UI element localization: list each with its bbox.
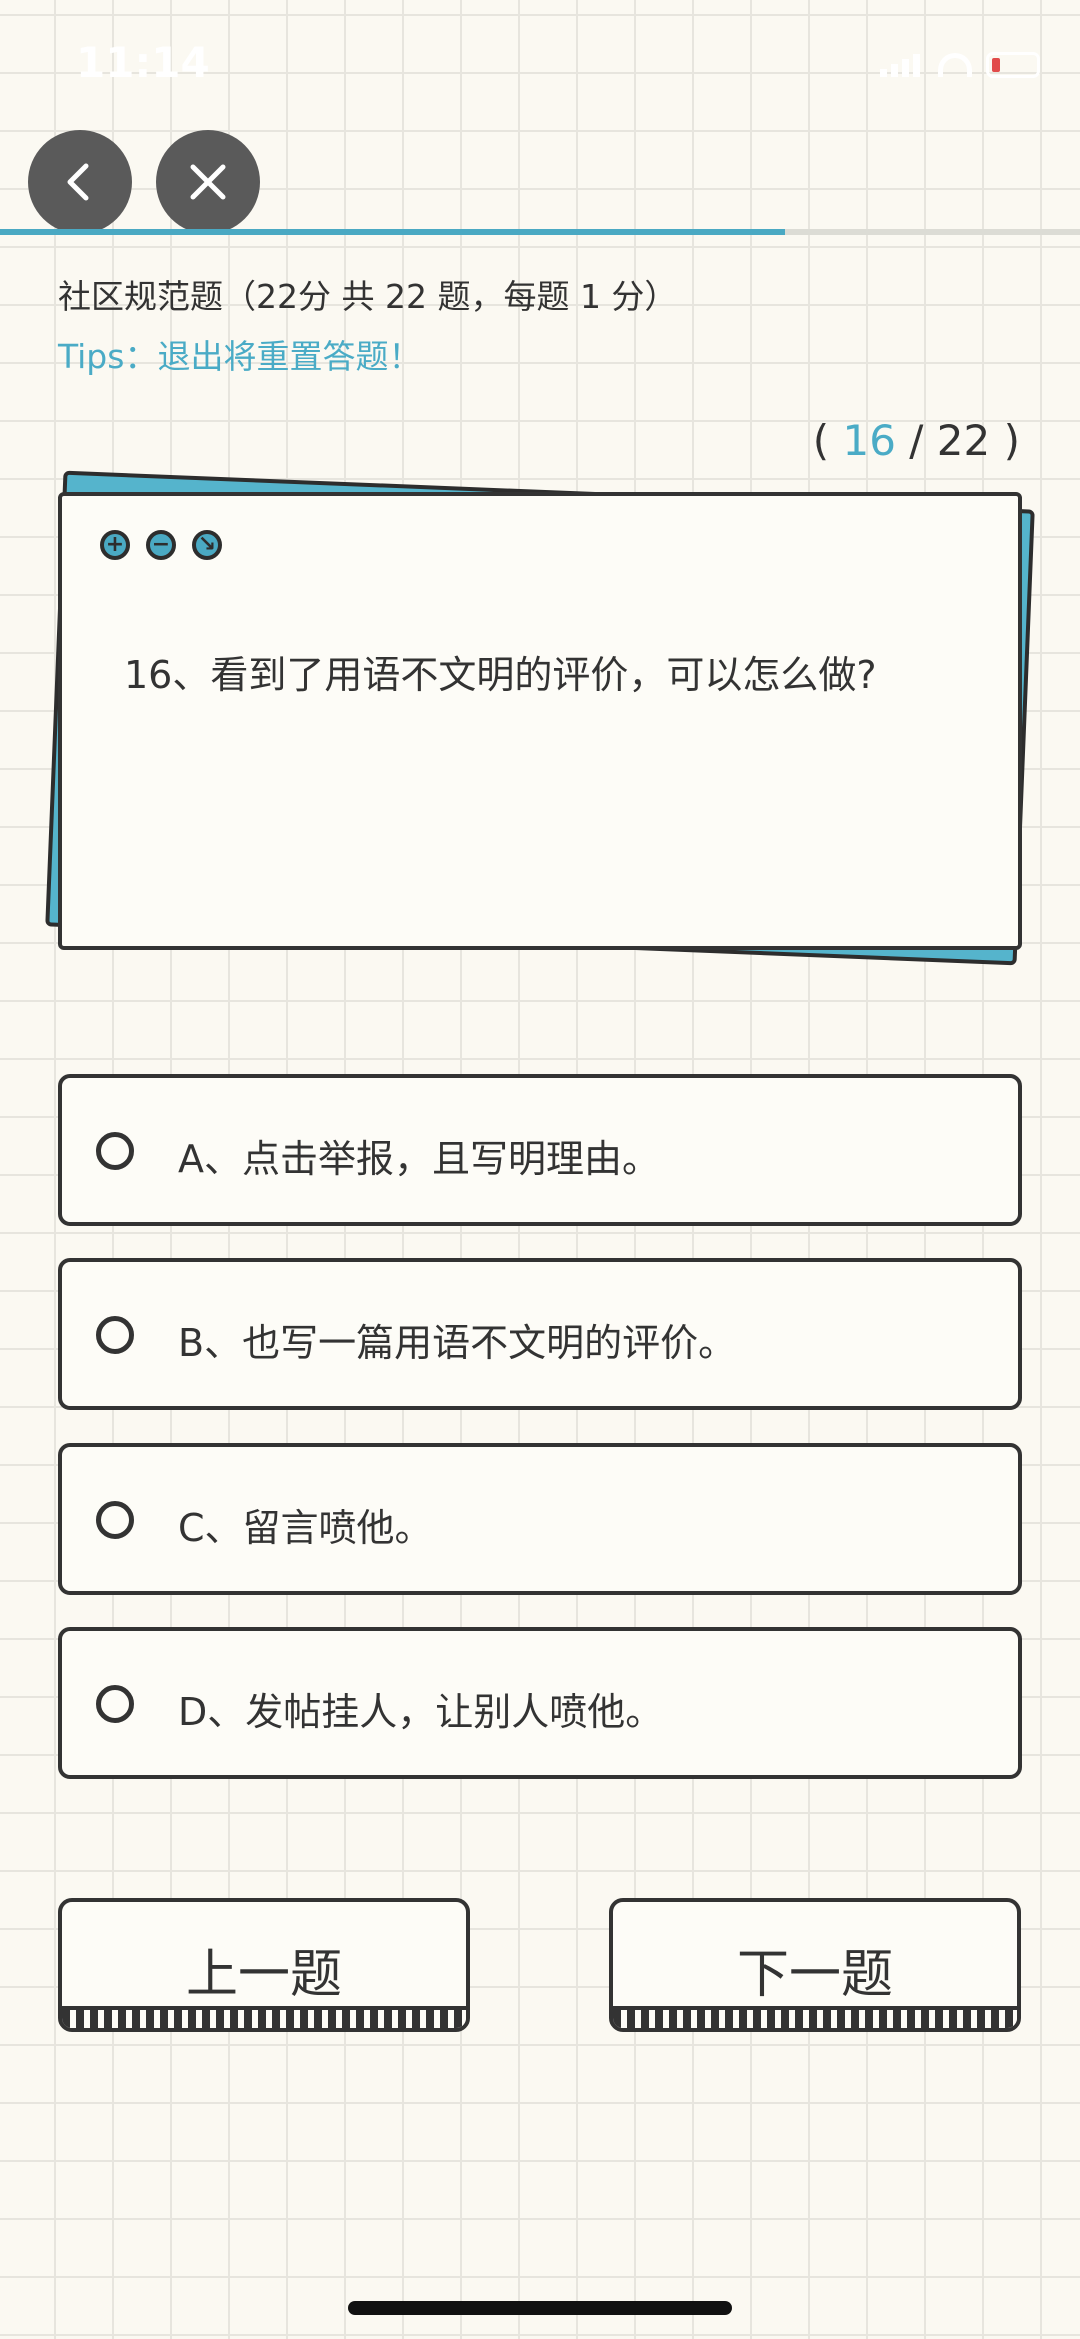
radio-icon[interactable] — [96, 1132, 134, 1170]
question-counter: ( 16 / 22 ) — [813, 416, 1020, 465]
next-question-label: 下一题 — [736, 1945, 893, 2005]
status-icons — [880, 52, 1040, 78]
card-window-buttons: + − ↘ — [100, 530, 222, 560]
option-b[interactable]: B、也写一篇用语不文明的评价。 — [58, 1258, 1022, 1410]
status-time: 11:14 — [76, 38, 210, 87]
counter-separator: / — [895, 416, 937, 465]
battery-icon — [986, 52, 1040, 78]
option-label: D、发帖挂人，让别人喷他。 — [178, 1690, 664, 1734]
option-a[interactable]: A、点击举报，且写明理由。 — [58, 1074, 1022, 1226]
progress-fill — [0, 229, 786, 235]
expand-icon: ↘ — [192, 530, 222, 560]
previous-question-button[interactable]: 上一题 — [58, 1898, 470, 2032]
counter-close: ) — [990, 416, 1020, 465]
chevron-left-icon — [67, 163, 89, 201]
progress-bar — [0, 229, 1080, 235]
radio-icon[interactable] — [96, 1501, 134, 1539]
radio-icon[interactable] — [96, 1316, 134, 1354]
back-button[interactable] — [28, 130, 132, 234]
minus-icon: − — [146, 530, 176, 560]
question-text: 16、看到了用语不文明的评价，可以怎么做? — [124, 653, 877, 697]
option-d[interactable]: D、发帖挂人，让别人喷他。 — [58, 1627, 1022, 1779]
plus-icon: + — [100, 530, 130, 560]
wifi-icon — [938, 53, 972, 77]
question-card: + − ↘ 16、看到了用语不文明的评价，可以怎么做? — [58, 492, 1022, 950]
close-button[interactable] — [156, 130, 260, 234]
option-label: A、点击举报，且写明理由。 — [178, 1137, 660, 1181]
previous-question-label: 上一题 — [185, 1945, 342, 2005]
home-indicator — [348, 2301, 732, 2315]
option-c[interactable]: C、留言喷他。 — [58, 1443, 1022, 1595]
option-label: B、也写一篇用语不文明的评价。 — [178, 1321, 737, 1365]
counter-total: 22 — [936, 416, 991, 465]
radio-icon[interactable] — [96, 1685, 134, 1723]
tips-text: Tips：退出将重置答题！ — [58, 337, 422, 376]
button-stripes — [62, 2006, 466, 2028]
next-question-button[interactable]: 下一题 — [609, 1898, 1021, 2032]
counter-current: 16 — [842, 416, 896, 465]
button-stripes — [613, 2006, 1017, 2028]
close-icon — [190, 164, 226, 200]
signal-icon — [880, 53, 924, 77]
status-bar: 11:14 — [0, 0, 1080, 130]
section-title: 社区规范题（22分 共 22 题，每题 1 分） — [58, 277, 678, 316]
counter-open: ( — [812, 416, 843, 465]
option-label: C、留言喷他。 — [178, 1506, 433, 1550]
